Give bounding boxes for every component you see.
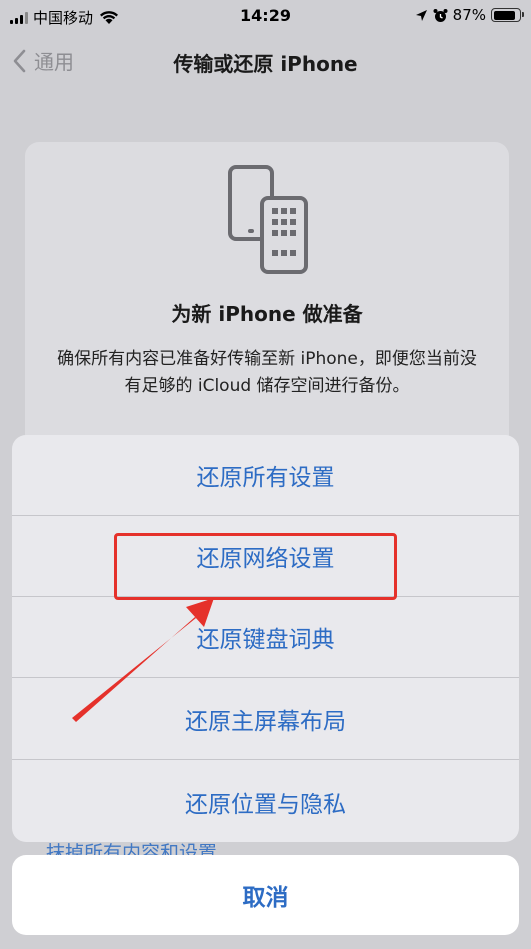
reset-keyboard-dictionary-button[interactable]: 还原键盘词典 <box>12 597 519 678</box>
reset-home-screen-layout-button[interactable]: 还原主屏幕布局 <box>12 679 519 760</box>
battery-fill <box>493 10 515 20</box>
alarm-clock-icon <box>433 8 448 22</box>
card-description: 确保所有内容已准备好传输至新 iPhone，即便您当前没有足够的 iCloud … <box>57 349 477 396</box>
cancel-button[interactable]: 取消 <box>12 855 519 935</box>
annotation-highlight-box <box>114 533 397 600</box>
prepare-new-iphone-card: 为新 iPhone 做准备 确保所有内容已准备好传输至新 iPhone，即便您当… <box>25 142 509 472</box>
reset-all-settings-button[interactable]: 还原所有设置 <box>12 435 519 516</box>
page-title: 传输或还原 iPhone <box>173 52 358 76</box>
location-arrow-icon <box>415 9 427 21</box>
status-bar: 中国移动 14:29 87% <box>0 0 531 34</box>
navigation-bar: 通用 传输或还原 iPhone <box>0 36 531 88</box>
battery-percent: 87% <box>452 6 486 24</box>
status-right: 87% <box>415 6 524 24</box>
reset-location-privacy-button[interactable]: 还原位置与隐私 <box>12 761 519 842</box>
two-phones-icon <box>228 165 308 274</box>
battery-icon <box>491 8 524 22</box>
reset-action-sheet: 还原所有设置 还原网络设置 还原键盘词典 还原主屏幕布局 还原位置与隐私 <box>12 435 519 842</box>
card-title: 为新 iPhone 做准备 <box>171 302 363 326</box>
